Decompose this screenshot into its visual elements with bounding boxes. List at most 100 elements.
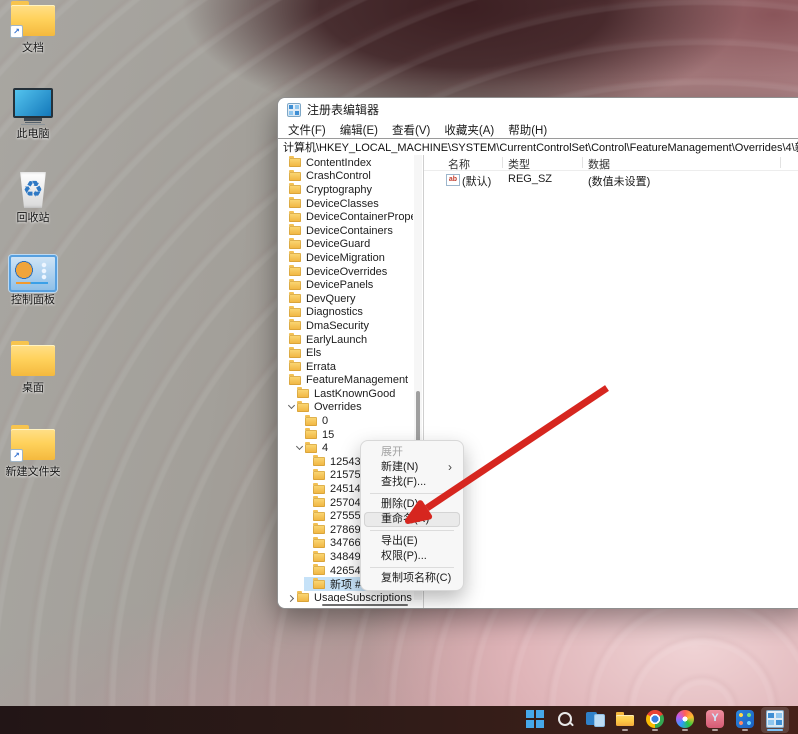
- file-explorer-icon[interactable]: [611, 707, 639, 733]
- chevron-icon[interactable]: [296, 417, 304, 425]
- tree-item[interactable]: 275553: [304, 509, 369, 523]
- chevron-icon[interactable]: [280, 308, 288, 316]
- chevron-icon[interactable]: [304, 512, 312, 520]
- chevron-icon[interactable]: [280, 295, 288, 303]
- tree-item[interactable]: Diagnostics: [280, 306, 365, 320]
- context-menu-item[interactable]: 查找(F)...: [364, 475, 460, 490]
- context-menu-item[interactable]: [370, 493, 454, 494]
- tree-item[interactable]: Els: [280, 346, 323, 360]
- menubar-item[interactable]: 收藏夹(A): [437, 122, 501, 138]
- chevron-icon[interactable]: [280, 363, 288, 371]
- tree-item[interactable]: UsageSubscriptions: [288, 591, 413, 602]
- menubar-item[interactable]: 文件(F): [281, 122, 333, 138]
- chevron-icon[interactable]: [280, 172, 288, 180]
- desktop-icon-folder-2[interactable]: 新建文件夹: [4, 424, 62, 479]
- tree-item[interactable]: 245146: [304, 482, 369, 496]
- tree-item[interactable]: CrashControl: [280, 170, 373, 184]
- tree-item[interactable]: 15: [296, 428, 336, 442]
- chevron-icon[interactable]: [280, 376, 288, 384]
- task-view-icon[interactable]: [581, 707, 609, 733]
- tree-item[interactable]: 257049: [304, 496, 369, 510]
- chevron-icon[interactable]: [288, 403, 296, 411]
- chevron-icon[interactable]: [304, 526, 312, 534]
- tree-item[interactable]: DeviceClasses: [280, 197, 381, 211]
- context-menu-item[interactable]: [370, 567, 454, 568]
- context-menu-item[interactable]: 删除(D): [364, 497, 460, 512]
- tree-item[interactable]: DeviceOverrides: [280, 265, 389, 279]
- tree-item[interactable]: 4: [296, 441, 330, 455]
- chevron-icon[interactable]: [304, 458, 312, 466]
- tree-item[interactable]: DeviceGuard: [280, 238, 372, 252]
- tree-item[interactable]: DeviceMigration: [280, 251, 387, 265]
- tree-item[interactable]: 347662: [304, 537, 369, 551]
- context-menu-item[interactable]: [370, 530, 454, 531]
- tree-item[interactable]: 278697: [304, 523, 369, 537]
- chevron-icon[interactable]: [304, 485, 312, 493]
- chevron-icon[interactable]: [280, 227, 288, 235]
- search-icon[interactable]: [551, 707, 579, 733]
- chevron-icon[interactable]: [280, 336, 288, 344]
- column-divider[interactable]: [502, 157, 503, 168]
- chevron-icon[interactable]: [296, 431, 304, 439]
- tree-item[interactable]: 0: [296, 414, 330, 428]
- desktop-icon-folder-3[interactable]: 文档: [4, 0, 62, 55]
- tree-horizontal-scrollbar[interactable]: [278, 602, 413, 607]
- chevron-icon[interactable]: [304, 539, 312, 547]
- pink-app-icon[interactable]: [701, 707, 729, 733]
- tree-item[interactable]: DeviceContainers: [280, 224, 395, 238]
- context-menu-item[interactable]: 复制项名称(C): [364, 571, 460, 586]
- column-header-name[interactable]: 名称: [448, 156, 470, 172]
- chevron-icon[interactable]: [296, 444, 304, 452]
- scrollbar-thumb[interactable]: [322, 604, 408, 606]
- chevron-icon[interactable]: [280, 349, 288, 357]
- column-header-data[interactable]: 数据: [588, 156, 610, 172]
- tree-item[interactable]: DmaSecurity: [280, 319, 371, 333]
- chevron-icon[interactable]: [280, 281, 288, 289]
- chevron-icon[interactable]: [280, 186, 288, 194]
- tree-item[interactable]: DevQuery: [280, 292, 358, 306]
- tree-item[interactable]: EarlyLaunch: [280, 333, 369, 347]
- chevron-icon[interactable]: [280, 213, 288, 221]
- context-menu-item[interactable]: 新建(N): [364, 460, 460, 475]
- tree-item[interactable]: FeatureManagement: [280, 374, 410, 388]
- tree-item[interactable]: 348497: [304, 550, 369, 564]
- tree-item[interactable]: LastKnownGood: [288, 387, 397, 401]
- value-row[interactable]: (默认) REG_SZ (数值未设置): [424, 173, 798, 187]
- desktop-icon-folder-1[interactable]: 桌面: [4, 340, 62, 395]
- chevron-icon[interactable]: [280, 254, 288, 262]
- tree-item[interactable]: Cryptography: [280, 183, 374, 197]
- title-bar[interactable]: 注册表编辑器: [278, 98, 798, 121]
- chevron-icon[interactable]: [304, 553, 312, 561]
- chevron-icon[interactable]: [304, 567, 312, 575]
- menubar-item[interactable]: 查看(V): [385, 122, 437, 138]
- chevron-icon[interactable]: [280, 240, 288, 248]
- start-button[interactable]: [521, 707, 549, 733]
- address-bar[interactable]: 计算机\HKEY_LOCAL_MACHINE\SYSTEM\CurrentCon…: [278, 138, 798, 156]
- chevron-icon[interactable]: [288, 594, 296, 602]
- tree-item[interactable]: Overrides: [288, 401, 364, 415]
- column-divider[interactable]: [582, 157, 583, 168]
- desktop-icon-recycle-bin[interactable]: 回收站: [4, 170, 62, 225]
- menubar-item[interactable]: 帮助(H): [501, 122, 554, 138]
- chevron-icon[interactable]: [280, 200, 288, 208]
- chevron-icon[interactable]: [304, 580, 312, 588]
- chrome-icon[interactable]: [641, 707, 669, 733]
- tree-item[interactable]: DevicePanels: [280, 278, 375, 292]
- chevron-icon[interactable]: [288, 390, 296, 398]
- chevron-icon[interactable]: [280, 322, 288, 330]
- tree-item[interactable]: DeviceContainerPropertyUpda: [280, 210, 413, 224]
- column-divider[interactable]: [780, 157, 781, 168]
- chevron-icon[interactable]: [280, 268, 288, 276]
- chevron-icon[interactable]: [304, 499, 312, 507]
- browser-pinwheel-icon[interactable]: [671, 707, 699, 733]
- desktop-icon-control-panel[interactable]: 控制面板: [4, 252, 62, 307]
- chevron-icon[interactable]: [304, 471, 312, 479]
- chevron-icon[interactable]: [280, 159, 288, 167]
- paint-app-icon[interactable]: [731, 707, 759, 733]
- tree-item[interactable]: ContentIndex: [280, 156, 373, 170]
- tree-item[interactable]: Errata: [280, 360, 338, 374]
- column-header-type[interactable]: 类型: [508, 156, 530, 172]
- regedit-taskbar-icon[interactable]: [761, 707, 789, 733]
- context-menu-item[interactable]: 权限(P)...: [364, 549, 460, 564]
- context-menu-item[interactable]: 导出(E): [364, 534, 460, 549]
